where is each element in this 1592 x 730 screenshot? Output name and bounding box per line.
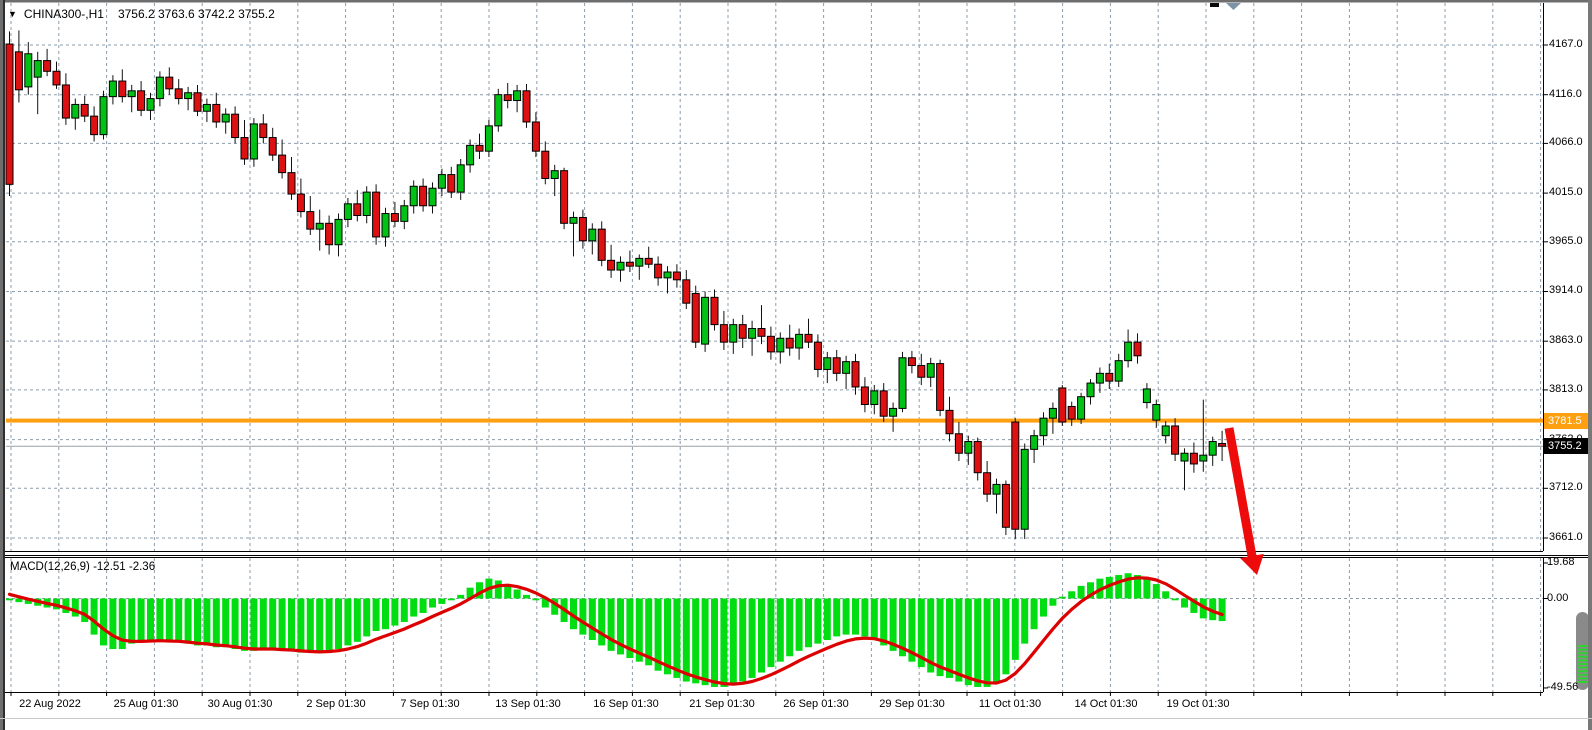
price-tick-label: 4116.0 — [1549, 88, 1582, 100]
price-tick-label: 4066.0 — [1549, 136, 1583, 148]
macd-histogram-layer — [6, 573, 1226, 687]
macd-tick-label: 0.00 — [1547, 592, 1568, 604]
price-tick-label: 3863.0 — [1549, 334, 1583, 346]
time-tick-label: 25 Aug 01:30 — [114, 698, 179, 710]
price-tick-label: 4167.0 — [1549, 38, 1583, 50]
macd-indicator-label: MACD(12,26,9) -12.51 -2.36 — [10, 561, 155, 573]
time-tick-label: 22 Aug 2022 — [19, 698, 81, 710]
candles-layer — [6, 30, 1226, 539]
macd-tick-label: 19.68 — [1547, 556, 1575, 568]
horizontal-line — [6, 419, 1543, 423]
price-tick-label: 3712.0 — [1549, 481, 1583, 493]
macd-tick-label: -49.56 — [1547, 681, 1578, 693]
chart-window: ▼ CHINA300-,H1 3756.2 3763.6 3742.2 3755.2… — [0, 0, 1592, 730]
price-tick-label: 3661.0 — [1549, 531, 1583, 543]
chart-canvas[interactable] — [0, 0, 1592, 730]
time-tick-label: 21 Sep 01:30 — [689, 698, 754, 710]
window-border-left-inner — [3, 0, 5, 730]
ohlc-quote-label: 3756.2 3763.6 3742.2 3755.2 — [118, 7, 275, 21]
window-border-right — [1588, 0, 1592, 730]
time-tick-label: 19 Oct 01:30 — [1167, 698, 1230, 710]
time-tick-label: 11 Oct 01:30 — [979, 698, 1041, 710]
time-tick-label: 29 Sep 01:30 — [879, 698, 944, 710]
time-tick-label: 16 Sep 01:30 — [593, 698, 658, 710]
time-tick-label: 2 Sep 01:30 — [306, 698, 365, 710]
collapse-icon[interactable]: ▼ — [8, 9, 17, 19]
time-tick-label: 30 Aug 01:30 — [208, 698, 273, 710]
price-tick-label: 4015.0 — [1549, 186, 1583, 198]
time-tick-label: 26 Sep 01:30 — [783, 698, 848, 710]
time-tick-label: 7 Sep 01:30 — [400, 698, 459, 710]
window-border-top-inner — [0, 2, 1592, 3]
price-tick-label: 3813.0 — [1549, 383, 1583, 395]
price-tick-label: 3914.0 — [1549, 284, 1583, 296]
price-lines-layer[interactable] — [6, 419, 1543, 447]
window-border-bottom — [0, 718, 1592, 719]
symbol-timeframe-label: CHINA300-,H1 — [24, 7, 104, 21]
time-tick-label: 13 Sep 01:30 — [495, 698, 560, 710]
axes-frame — [4, 3, 1588, 696]
hline-price-tag[interactable]: 3781.5 — [1544, 413, 1592, 429]
chart-title: ▼ CHINA300-,H1 3756.2 3763.6 3742.2 3755.2 — [8, 7, 275, 21]
trend-arrow[interactable] — [1225, 427, 1264, 575]
price-tick-label: 3965.0 — [1549, 235, 1583, 247]
bid-price-tag: 3755.2 — [1544, 438, 1592, 454]
time-tick-label: 14 Oct 01:30 — [1075, 698, 1138, 710]
